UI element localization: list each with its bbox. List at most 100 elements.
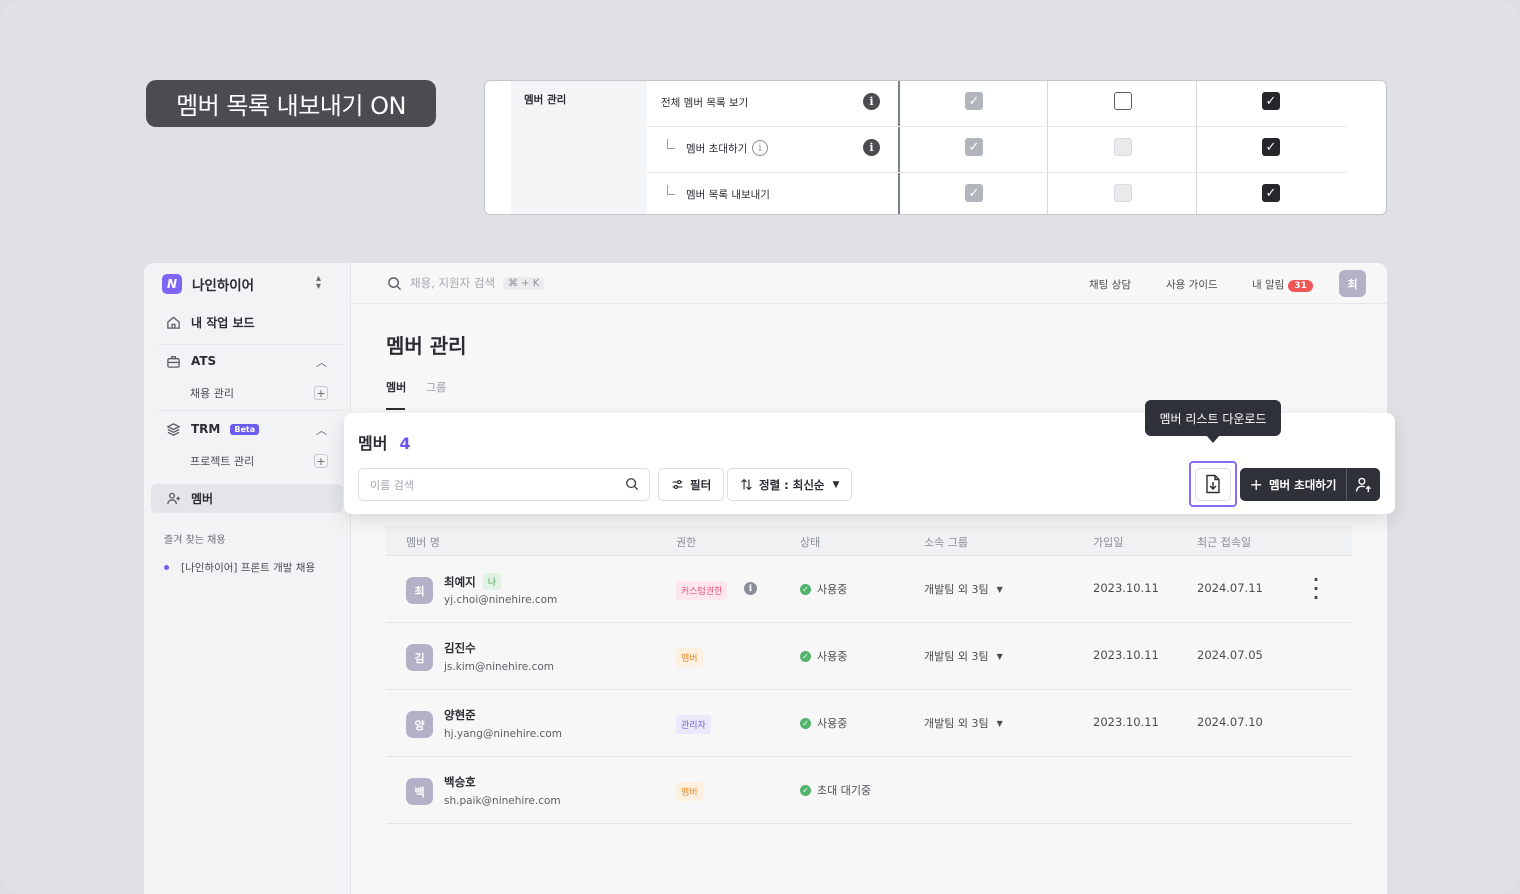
user-upload-button[interactable] (1347, 468, 1380, 501)
info-outline-icon[interactable]: i (752, 140, 768, 156)
member-name-text: 백승호 (444, 775, 476, 789)
card-title: 멤버 4 (358, 430, 411, 454)
download-list-button[interactable] (1195, 467, 1231, 501)
column-header: 권한 (676, 536, 697, 549)
checkbox-checked[interactable]: ✓ (1262, 184, 1280, 202)
sidebar-item-member[interactable]: 멤버 (165, 490, 213, 507)
joined-date: 2023.10.11 (1093, 715, 1159, 729)
add-icon[interactable]: + (314, 386, 328, 400)
check-circle-icon: ✓ (800, 784, 811, 796)
alerts-link[interactable]: 내 알림 31 (1252, 277, 1313, 292)
checkbox-checked[interactable]: ✓ (965, 184, 983, 202)
avatar[interactable]: 최 (1339, 270, 1366, 297)
last-access-date: 2024.07.10 (1197, 715, 1263, 729)
avatar: 양 (406, 711, 433, 738)
joined-date: 2023.10.11 (1093, 581, 1159, 595)
sidebar-item-trm[interactable]: TRM Beta (165, 421, 260, 437)
sidebar-item-label: 내 작업 보드 (191, 316, 255, 330)
workspace-switcher[interactable]: N 나인하이어 (162, 273, 254, 295)
permission-label: 멤버 초대하기 (686, 143, 748, 155)
info-icon[interactable]: i (863, 93, 880, 110)
sidebar-item-dashboard[interactable]: 내 작업 보드 (165, 314, 255, 331)
status: ✓ 사용중 (800, 581, 847, 597)
search-icon (388, 276, 402, 290)
status: ✓ 초대 대기중 (800, 782, 871, 798)
status-text: 사용중 (817, 650, 848, 663)
global-search[interactable]: 채용, 지원자 검색 ⌘ + K (387, 275, 545, 291)
info-icon[interactable]: i (863, 139, 880, 156)
sidebar-subitem-project[interactable]: 프로젝트 관리 (190, 453, 254, 469)
divider (158, 344, 342, 345)
app-window: N 나인하이어 ▴ ▾ 내 작업 보드 ATS ︿ 채용 관리 + TRM Be… (144, 263, 1387, 894)
chevron-up-icon[interactable]: ︿ (316, 422, 327, 438)
tab-member[interactable]: 멤버 (386, 379, 406, 395)
invite-member-button[interactable]: + 멤버 초대하기 (1240, 468, 1347, 501)
sidebar-item-ats[interactable]: ATS (165, 353, 216, 369)
checkbox-unchecked[interactable] (1114, 92, 1132, 110)
member-email: yj.choi@ninehire.com (444, 594, 558, 606)
tab-group[interactable]: 그룹 (426, 379, 446, 395)
chevron-up-icon[interactable]: ︿ (316, 354, 327, 370)
topbar: 채용, 지원자 검색 ⌘ + K 채팅 상담 사용 가이드 내 알림 31 최 (351, 263, 1387, 304)
indent-icon (667, 139, 675, 149)
member-email: js.kim@ninehire.com (444, 661, 555, 673)
member-name-text: 김진수 (444, 641, 476, 655)
filter-button[interactable]: 필터 (658, 468, 725, 501)
member-name-text: 최예지 (444, 574, 476, 589)
checkbox-checked[interactable]: ✓ (1262, 92, 1280, 110)
member-name: 김진수 (444, 640, 476, 656)
table-row[interactable]: 백 백승호 sh.paik@ninehire.com 멤버 ✓ 초대 대기중 (386, 757, 1352, 824)
search-icon (626, 478, 639, 491)
role-badge: 멤버 (676, 648, 703, 667)
caret-down-icon: ▼ (996, 718, 1003, 728)
favorite-item[interactable]: [나인하이어] 프론트 개발 채용 (164, 560, 315, 575)
sidebar-item-label: 멤버 (191, 492, 214, 506)
guide-link[interactable]: 사용 가이드 (1166, 277, 1218, 292)
group-text: 개발팀 외 3팀 (924, 717, 989, 730)
column-header: 멤버 명 (406, 536, 440, 549)
add-icon[interactable]: + (314, 454, 328, 468)
checkbox-checked[interactable]: ✓ (965, 92, 983, 110)
card-title-text: 멤버 (358, 434, 388, 453)
sort-dropdown[interactable]: 정렬 : 최신순 ▼ (727, 468, 853, 501)
tab-indicator (386, 408, 405, 410)
canvas: 멤버 목록 내보내기 ON 멤버 관리 전체 멤버 목록 보기 i 멤버 초대하… (0, 0, 1520, 894)
group-select[interactable]: 개발팀 외 3팀 ▼ (924, 581, 1003, 597)
table-row[interactable]: 김 김진수 js.kim@ninehire.com 멤버 ✓ 사용중 개발팀 외 … (386, 623, 1352, 690)
favorite-item-label: [나인하이어] 프론트 개발 채용 (181, 562, 316, 574)
checkbox-checked[interactable]: ✓ (1262, 138, 1280, 156)
group-text: 개발팀 외 3팀 (924, 583, 989, 596)
column-header: 상태 (800, 536, 821, 549)
caret-down-icon: ▼ (832, 479, 840, 490)
permission-group: 멤버 관리 (511, 81, 647, 214)
favorites-header: 즐겨 찾는 채용 (164, 535, 226, 546)
layers-icon (165, 421, 181, 437)
avatar: 김 (406, 644, 433, 671)
chat-link[interactable]: 채팅 상담 (1089, 277, 1131, 292)
last-access-date: 2024.07.05 (1197, 648, 1263, 662)
table-header: 멤버 명 권한 상태 소속 그룹 가입일 최근 접속일 (386, 525, 1352, 556)
sort-label: 정렬 : 최신순 (759, 477, 825, 492)
name-search-input[interactable]: 이름 검색 (358, 468, 650, 501)
user-add-icon (165, 491, 181, 507)
check-circle-icon: ✓ (800, 583, 811, 595)
group-select[interactable]: 개발팀 외 3팀 ▼ (924, 715, 1003, 731)
sort-updown-icon[interactable]: ▴ ▾ (316, 274, 321, 292)
bullet-icon (164, 565, 169, 570)
check-circle-icon: ✓ (800, 717, 811, 729)
plus-icon: + (1249, 475, 1263, 494)
file-download-icon (1206, 474, 1220, 494)
group-select[interactable]: 개발팀 외 3팀 ▼ (924, 648, 1003, 664)
name-search-placeholder: 이름 검색 (370, 478, 414, 492)
beta-badge: Beta (230, 423, 260, 435)
status-text: 사용중 (817, 583, 848, 596)
table-row[interactable]: 양 양현준 hj.yang@ninehire.com 관리자 ✓ 사용중 개발팀 … (386, 690, 1352, 757)
sidebar-subitem-recruit[interactable]: 채용 관리 (190, 385, 234, 401)
more-vertical-icon[interactable]: · · · (1311, 572, 1321, 606)
info-icon[interactable]: i (744, 582, 757, 595)
table-row[interactable]: 최 최예지 나 yj.choi@ninehire.com 커스텀권한 i ✓ 사용중… (386, 556, 1352, 623)
invite-member-button-group: + 멤버 초대하기 (1240, 468, 1380, 501)
alert-count-badge: 31 (1288, 280, 1313, 292)
checkbox-checked[interactable]: ✓ (965, 138, 983, 156)
shortcut-hint: ⌘ + K (503, 276, 545, 290)
